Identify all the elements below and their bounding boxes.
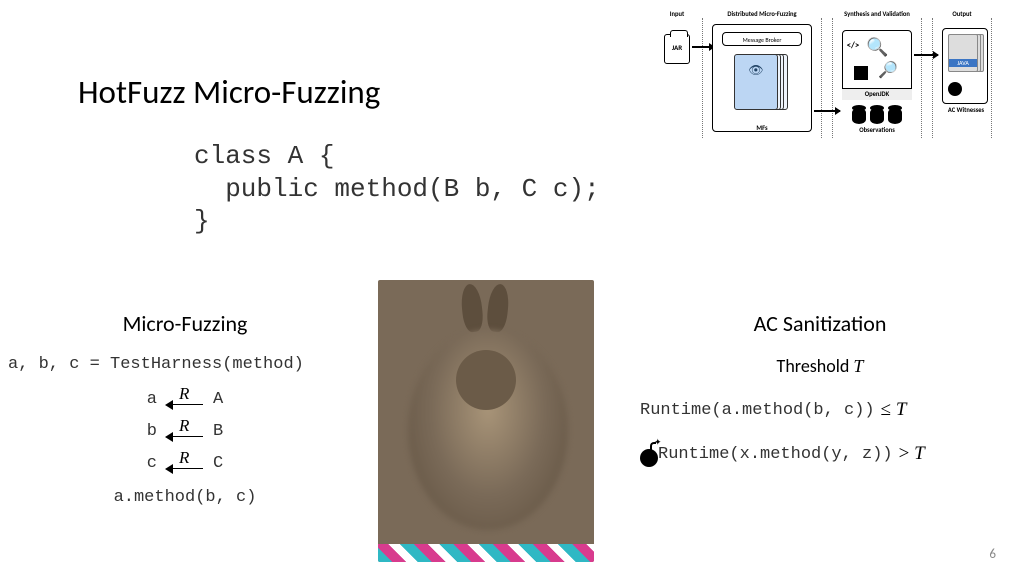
relation: ≤ T xyxy=(881,399,907,421)
arrow-icon xyxy=(914,54,938,56)
ac-sanitization-column: AC Sanitization Threshold T Runtime(a.me… xyxy=(620,310,1020,487)
left-arrow-icon: R xyxy=(167,418,203,444)
derivation-row: b R B xyxy=(0,416,370,446)
code-brackets-icon: </> xyxy=(842,40,864,51)
runtime-row-violation: ✦ Runtime(x.method(y, z)) > T xyxy=(640,443,1020,465)
magnifier-icon: 🔍 xyxy=(866,36,888,58)
database-icon xyxy=(870,108,884,124)
photo-shape xyxy=(456,350,516,410)
java-badge: JAVA xyxy=(949,59,977,67)
micro-fuzzing-heading: Micro-Fuzzing xyxy=(0,310,370,337)
left-arrow-icon: R xyxy=(167,386,203,412)
arrow-icon xyxy=(692,46,714,48)
runtime-row-ok: Runtime(a.method(b, c)) ≤ T xyxy=(640,399,1020,421)
threshold-var: T xyxy=(853,356,863,376)
relation-op: ≤ xyxy=(881,399,896,420)
photo-shape xyxy=(378,544,594,562)
java-file-icon: JAVA xyxy=(948,34,978,72)
diagram-label-output: Output xyxy=(932,10,992,18)
jar-icon: JAR xyxy=(664,34,690,64)
witnesses-label: AC Witnesses xyxy=(938,106,994,114)
ac-sanitization-heading: AC Sanitization xyxy=(620,310,1020,337)
threshold-prefix: Threshold xyxy=(777,355,854,377)
deriv-lhs: b xyxy=(147,422,157,441)
photo-shape xyxy=(486,283,511,333)
deriv-rhs: B xyxy=(213,422,223,441)
code-line: class A { xyxy=(194,141,334,171)
slide: HotFuzz Micro-Fuzzing Input Distributed … xyxy=(0,0,1024,576)
chip-icon xyxy=(854,66,868,80)
deriv-lhs: c xyxy=(147,454,157,473)
runtime-expr: Runtime(x.method(y, z)) xyxy=(658,445,893,464)
arrow-superscript: R xyxy=(179,384,189,404)
method-call-line: a.method(b, c) xyxy=(0,488,370,507)
eye-icon: 👁 xyxy=(748,63,763,78)
runtime-expr: Runtime(a.method(b, c)) xyxy=(640,401,875,420)
deriv-lhs: a xyxy=(147,390,157,409)
code-line: public method(B b, C c); xyxy=(194,174,600,204)
derivation-row: c R C xyxy=(0,448,370,478)
deriv-rhs: A xyxy=(213,390,223,409)
derivation-row: a R A xyxy=(0,384,370,414)
magnifier-icon: 🔎 xyxy=(878,60,898,80)
message-broker-box: Message Broker xyxy=(722,32,802,46)
code-block: class A { public method(B b, C c); } xyxy=(194,140,600,238)
threshold-line: Threshold T xyxy=(620,355,1020,377)
photo-shape xyxy=(460,283,485,333)
code-line: } xyxy=(194,206,210,236)
database-icon xyxy=(852,108,866,124)
bomb-icon: ✦ xyxy=(636,439,662,465)
relation-T: T xyxy=(896,399,907,420)
test-harness-line: a, b, c = TestHarness(method) xyxy=(8,355,370,374)
mfs-label: MFs xyxy=(712,124,812,132)
deriv-rhs: C xyxy=(213,454,223,473)
slide-title: HotFuzz Micro-Fuzzing xyxy=(78,72,380,112)
relation-op: > xyxy=(899,443,914,464)
jar-label: JAR xyxy=(665,43,689,52)
diagram-label-dist: Distributed Micro-Fuzzing xyxy=(702,10,822,18)
observations-label: Observations xyxy=(842,126,912,134)
bomb-icon xyxy=(948,82,962,96)
arrow-superscript: R xyxy=(179,448,189,468)
openjdk-label: OpenJDK xyxy=(842,88,912,100)
diagram-label-input: Input xyxy=(662,10,692,18)
arrow-icon xyxy=(814,110,840,112)
page-number: 6 xyxy=(989,547,996,562)
database-icon xyxy=(888,108,902,124)
architecture-diagram: Input Distributed Micro-Fuzzing Synthesi… xyxy=(654,10,1004,140)
relation: > T xyxy=(899,443,925,465)
arrow-superscript: R xyxy=(179,416,189,436)
micro-fuzzing-column: Micro-Fuzzing a, b, c = TestHarness(meth… xyxy=(0,310,370,507)
relation-T: T xyxy=(914,443,925,464)
mf-card-front: 👁 xyxy=(734,54,778,110)
diagram-label-synth: Synthesis and Validation xyxy=(832,10,922,18)
rabbit-photo xyxy=(378,280,594,562)
left-arrow-icon: R xyxy=(167,450,203,476)
